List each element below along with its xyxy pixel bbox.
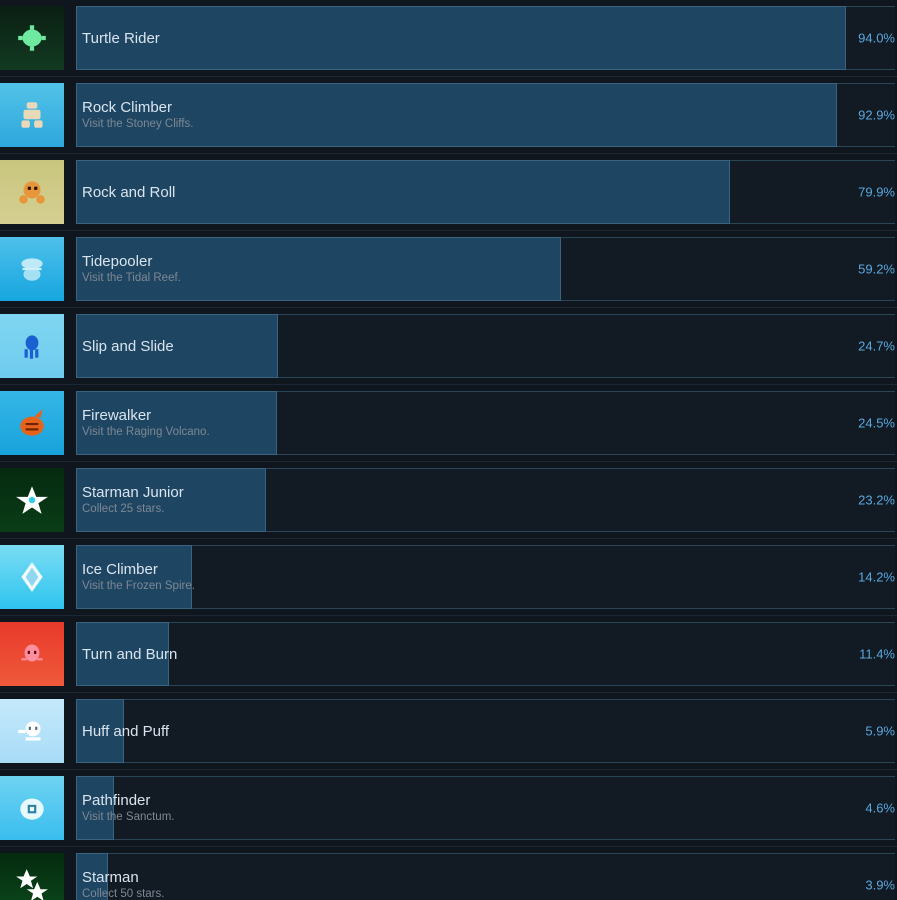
single-star-icon bbox=[0, 468, 64, 532]
achievement-row[interactable]: Turtle Rider 94.0% bbox=[0, 0, 897, 77]
achievement-percent: 14.2% bbox=[858, 569, 895, 585]
progress-fill bbox=[76, 314, 279, 378]
achievement-progress-bar: Slip and Slide bbox=[76, 314, 895, 378]
achievement-progress-bar: Rock and Roll bbox=[76, 160, 895, 224]
progress-track bbox=[76, 622, 895, 686]
achievement-row[interactable]: Rock Climber Visit the Stoney Cliffs. 92.9… bbox=[0, 77, 897, 154]
achievement-progress-bar: Starman Collect 50 stars. bbox=[76, 853, 895, 900]
achievement-icon-art bbox=[15, 791, 49, 825]
achievement-icon-art bbox=[15, 406, 49, 440]
achievement-icon-art bbox=[15, 483, 49, 517]
progress-track bbox=[76, 776, 895, 840]
progress-fill bbox=[76, 545, 193, 609]
achievement-percent: 59.2% bbox=[858, 261, 895, 277]
achievement-percent: 24.7% bbox=[858, 338, 895, 354]
achievement-progress-bar: Huff and Puff bbox=[76, 699, 895, 763]
armadillo-icon bbox=[0, 160, 64, 224]
achievement-progress-bar: Tidepooler Visit the Tidal Reef. bbox=[76, 237, 895, 301]
achievement-list: Turtle Rider 94.0% Rock Climber Visit the S… bbox=[0, 0, 897, 900]
achievement-icon-art bbox=[15, 637, 49, 671]
achievement-percent: 4.6% bbox=[865, 800, 895, 816]
achievement-percent: 3.9% bbox=[865, 877, 895, 893]
achievement-row[interactable]: Ice Climber Visit the Frozen Spire. 14.2% bbox=[0, 539, 897, 616]
achievement-row[interactable]: Rock and Roll 79.9% bbox=[0, 154, 897, 231]
achievement-progress-bar: Turn and Burn bbox=[76, 622, 895, 686]
achievement-progress-bar: Firewalker Visit the Raging Volcano. bbox=[76, 391, 895, 455]
magma-beast-icon bbox=[0, 391, 64, 455]
achievement-icon-art bbox=[15, 98, 49, 132]
reef-creature-icon bbox=[0, 237, 64, 301]
achievement-row[interactable]: Starman Collect 50 stars. 3.9% bbox=[0, 847, 897, 900]
progress-fill bbox=[76, 6, 846, 70]
achievement-row[interactable]: Slip and Slide 24.7% bbox=[0, 308, 897, 385]
achievement-progress-bar: Rock Climber Visit the Stoney Cliffs. bbox=[76, 83, 895, 147]
progress-track bbox=[76, 699, 895, 763]
achievement-percent: 92.9% bbox=[858, 107, 895, 123]
achievement-row[interactable]: Tidepooler Visit the Tidal Reef. 59.2% bbox=[0, 231, 897, 308]
progress-fill bbox=[76, 83, 837, 147]
achievement-percent: 23.2% bbox=[858, 492, 895, 508]
wind-spirit-icon bbox=[0, 699, 64, 763]
turtle-icon bbox=[0, 6, 64, 70]
achievement-icon-art bbox=[15, 175, 49, 209]
fire-imp-icon bbox=[0, 622, 64, 686]
achievement-progress-bar: Starman Junior Collect 25 stars. bbox=[76, 468, 895, 532]
achievement-icon-art bbox=[15, 560, 49, 594]
sanctum-ruin-icon bbox=[0, 776, 64, 840]
achievement-row[interactable]: Pathfinder Visit the Sanctum. 4.6% bbox=[0, 770, 897, 847]
progress-track bbox=[76, 853, 895, 900]
rock-golem-icon bbox=[0, 83, 64, 147]
achievement-icon-art bbox=[15, 868, 49, 900]
achievement-percent: 11.4% bbox=[859, 646, 895, 662]
achievement-progress-bar: Ice Climber Visit the Frozen Spire. bbox=[76, 545, 895, 609]
progress-fill bbox=[76, 699, 125, 763]
achievement-icon-art bbox=[15, 21, 49, 55]
progress-track bbox=[76, 545, 895, 609]
achievement-progress-bar: Turtle Rider bbox=[76, 6, 895, 70]
progress-fill bbox=[76, 622, 170, 686]
achievement-row[interactable]: Starman Junior Collect 25 stars. 23.2% bbox=[0, 462, 897, 539]
octopus-icon bbox=[0, 314, 64, 378]
progress-fill bbox=[76, 160, 731, 224]
achievement-icon-art bbox=[15, 252, 49, 286]
achievement-icon-art bbox=[15, 714, 49, 748]
achievement-percent: 5.9% bbox=[865, 723, 895, 739]
ice-crystal-icon bbox=[0, 545, 64, 609]
progress-fill bbox=[76, 776, 114, 840]
progress-fill bbox=[76, 468, 266, 532]
achievement-row[interactable]: Firewalker Visit the Raging Volcano. 24.5% bbox=[0, 385, 897, 462]
achievement-percent: 24.5% bbox=[858, 415, 895, 431]
achievement-progress-bar: Pathfinder Visit the Sanctum. bbox=[76, 776, 895, 840]
achievement-percent: 94.0% bbox=[858, 30, 895, 46]
progress-fill bbox=[76, 853, 108, 900]
progress-fill bbox=[76, 391, 277, 455]
achievement-icon-art bbox=[15, 329, 49, 363]
achievement-row[interactable]: Turn and Burn 11.4% bbox=[0, 616, 897, 693]
achievement-percent: 79.9% bbox=[858, 184, 895, 200]
progress-fill bbox=[76, 237, 561, 301]
achievement-row[interactable]: Huff and Puff 5.9% bbox=[0, 693, 897, 770]
double-star-icon bbox=[0, 853, 64, 900]
